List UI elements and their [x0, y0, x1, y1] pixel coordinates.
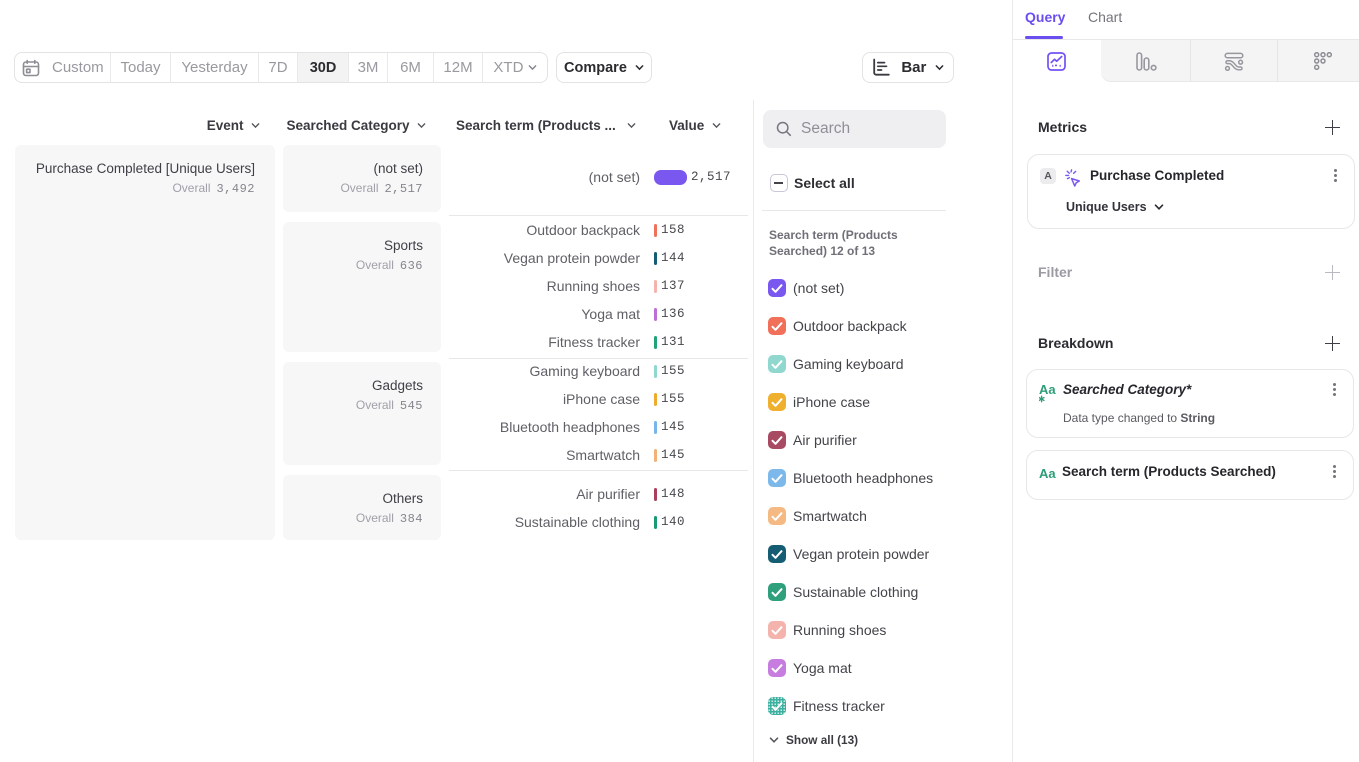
svg-text:Aa: Aa	[1039, 382, 1056, 397]
svg-text:Aa: Aa	[1039, 466, 1056, 481]
